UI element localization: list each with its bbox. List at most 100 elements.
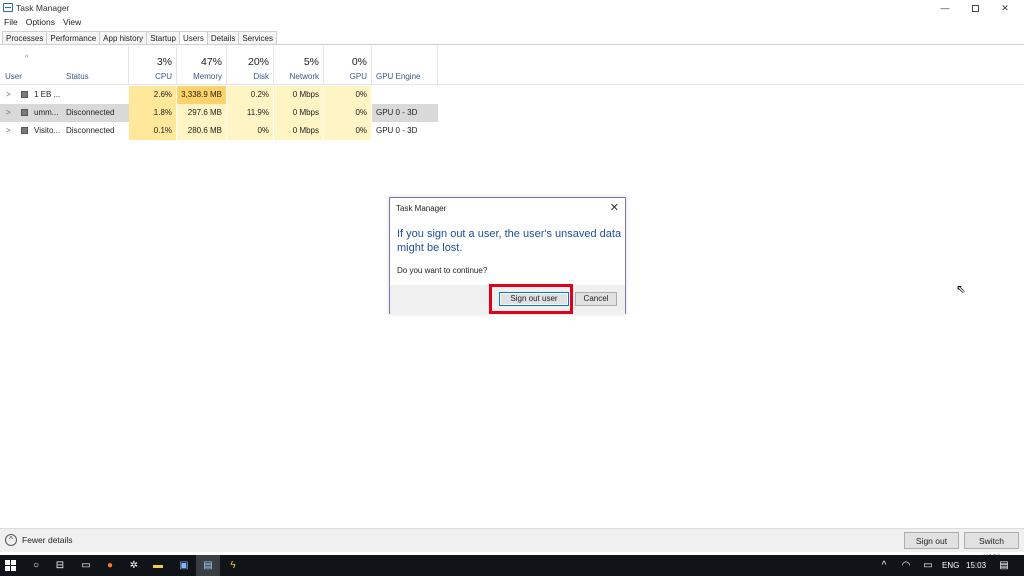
column-disk[interactable]: 20% Disk — [227, 45, 274, 85]
row-memory: 280.6 MB — [177, 122, 227, 140]
column-cpu-label: CPU — [155, 72, 172, 81]
task-manager-taskbar-icon[interactable]: ▤ — [196, 555, 220, 576]
row-user: Visito... — [34, 126, 61, 135]
notification-icon[interactable]: ▤ — [992, 555, 1016, 576]
settings-gear-icon[interactable]: ✲ — [122, 555, 146, 576]
row-status: Disconnected — [66, 108, 115, 117]
column-gpu-engine-label: GPU Engine — [376, 72, 421, 81]
task-manager-icon — [3, 3, 13, 12]
row-gpu: 0% — [324, 122, 372, 140]
row-gpu-engine: GPU 0 - 3D — [376, 108, 418, 117]
column-user[interactable]: ^ User — [0, 45, 61, 85]
table-row[interactable]: > Visito... Disconnected 0.1% 280.6 MB 0… — [0, 122, 1024, 140]
column-memory[interactable]: 47% Memory — [177, 45, 227, 85]
row-memory: 3,338.9 MB — [177, 86, 227, 104]
wifi-icon[interactable]: ◠ — [894, 555, 918, 576]
volume-icon[interactable]: ▭ — [916, 555, 940, 576]
row-cpu: 1.8% — [129, 104, 177, 122]
search-icon[interactable]: ○ — [24, 555, 48, 576]
menu-file[interactable]: File — [0, 16, 22, 29]
dialog-main-instruction: If you sign out a user, the user's unsav… — [397, 228, 622, 254]
terminal-icon[interactable]: ▭ — [74, 555, 98, 576]
menu-options[interactable]: Options — [22, 16, 59, 29]
row-gpu: 0% — [324, 86, 372, 104]
window-title: Task Manager — [16, 3, 70, 13]
clock[interactable]: 15:03 — [966, 555, 986, 576]
row-network: 0 Mbps — [274, 104, 324, 122]
table-row[interactable]: > 1 EB ... 2.6% 3,338.9 MB 0.2% 0 Mbps 0… — [0, 86, 1024, 104]
fewer-details-link[interactable]: Fewer details — [22, 535, 73, 545]
switch-user-button[interactable]: Switch user — [964, 532, 1019, 561]
title-bar: Task Manager — ✕ — [0, 0, 1024, 16]
row-gpu: 0% — [324, 104, 372, 122]
row-disk: 0% — [227, 122, 274, 140]
power-app-icon[interactable]: ϟ — [221, 555, 245, 576]
expand-icon[interactable]: > — [6, 86, 11, 104]
row-disk: 11.9% — [227, 104, 274, 122]
highlight-box — [489, 284, 573, 314]
user-icon — [21, 109, 28, 116]
table-row-selected[interactable]: > umm... Disconnected 1.8% 297.6 MB 11.9… — [0, 104, 438, 122]
menu-bar: File Options View — [0, 16, 85, 29]
task-view-icon[interactable]: ⊟ — [48, 555, 72, 576]
expand-icon[interactable]: > — [6, 122, 11, 140]
row-cpu: 2.6% — [129, 86, 177, 104]
row-user: 1 EB ... — [34, 90, 61, 99]
row-gpu-engine — [376, 86, 438, 104]
row-status — [66, 86, 129, 104]
close-button[interactable]: ✕ — [990, 0, 1020, 16]
dialog-title: Task Manager — [396, 204, 447, 213]
maximize-button[interactable] — [960, 0, 990, 16]
tab-users[interactable]: Users — [178, 31, 208, 45]
user-icon — [21, 127, 28, 134]
dialog-close-icon[interactable]: ✕ — [610, 201, 619, 214]
gpu-total: 0% — [351, 56, 367, 68]
minimize-button[interactable]: — — [930, 0, 960, 16]
row-memory: 297.6 MB — [177, 104, 227, 122]
column-status-label: Status — [66, 72, 89, 81]
row-cpu: 0.1% — [129, 122, 177, 140]
table-header: ^ User Status 3% CPU 47% Memory 20% Disk… — [0, 45, 1024, 85]
windows-start-icon[interactable] — [5, 560, 16, 571]
menu-view[interactable]: View — [59, 16, 85, 29]
tab-services[interactable]: Services — [238, 31, 278, 45]
column-gpu[interactable]: 0% GPU — [324, 45, 372, 85]
row-user: umm... — [34, 108, 59, 117]
column-cpu[interactable]: 3% CPU — [129, 45, 177, 85]
expand-icon[interactable]: > — [6, 104, 11, 122]
tab-startup[interactable]: Startup — [146, 31, 180, 45]
sign-out-button[interactable]: Sign out — [904, 532, 959, 549]
chevron-up-icon[interactable]: ^ — [5, 534, 17, 546]
language-indicator[interactable]: ENG — [942, 555, 959, 576]
row-status: Disconnected — [66, 126, 115, 135]
row-gpu-engine: GPU 0 - 3D — [376, 126, 418, 135]
firefox-icon[interactable]: ● — [98, 555, 122, 576]
dialog-question: Do you want to continue? — [397, 266, 488, 275]
sort-up-icon: ^ — [25, 55, 29, 62]
column-gpu-label: GPU — [349, 72, 367, 81]
chevron-up-tray-icon[interactable]: ^ — [872, 555, 896, 576]
column-network[interactable]: 5% Network — [274, 45, 324, 85]
bottom-bar: ^ Fewer details Sign out Switch user — [0, 528, 1024, 561]
tab-app-history[interactable]: App history — [99, 31, 148, 45]
file-explorer-icon[interactable]: ▬ — [146, 555, 170, 576]
tab-strip: Processes Performance App history Startu… — [2, 31, 278, 45]
column-memory-label: Memory — [193, 72, 222, 81]
disk-total: 20% — [247, 56, 269, 68]
column-user-label: User — [5, 72, 22, 81]
tab-details[interactable]: Details — [206, 31, 240, 45]
row-network: 0 Mbps — [274, 86, 324, 104]
network-total: 5% — [303, 56, 319, 68]
column-network-label: Network — [289, 72, 319, 81]
user-icon — [21, 91, 28, 98]
tab-processes[interactable]: Processes — [2, 31, 48, 45]
tab-performance[interactable]: Performance — [46, 31, 101, 45]
restore-icon — [971, 5, 979, 13]
column-gpu-engine[interactable]: GPU Engine — [372, 45, 438, 85]
mouse-cursor-icon: ⇖ — [956, 282, 967, 296]
column-status[interactable]: Status — [61, 45, 129, 85]
app-icon[interactable]: ▣ — [172, 555, 196, 576]
row-network: 0 Mbps — [274, 122, 324, 140]
cancel-button[interactable]: Cancel — [575, 292, 617, 306]
taskbar: ○ ⊟ ▭ ● ✲ ▬ ▣ ▤ ϟ ^ ◠ ▭ ENG 15:03 ▤ — [0, 555, 1024, 576]
